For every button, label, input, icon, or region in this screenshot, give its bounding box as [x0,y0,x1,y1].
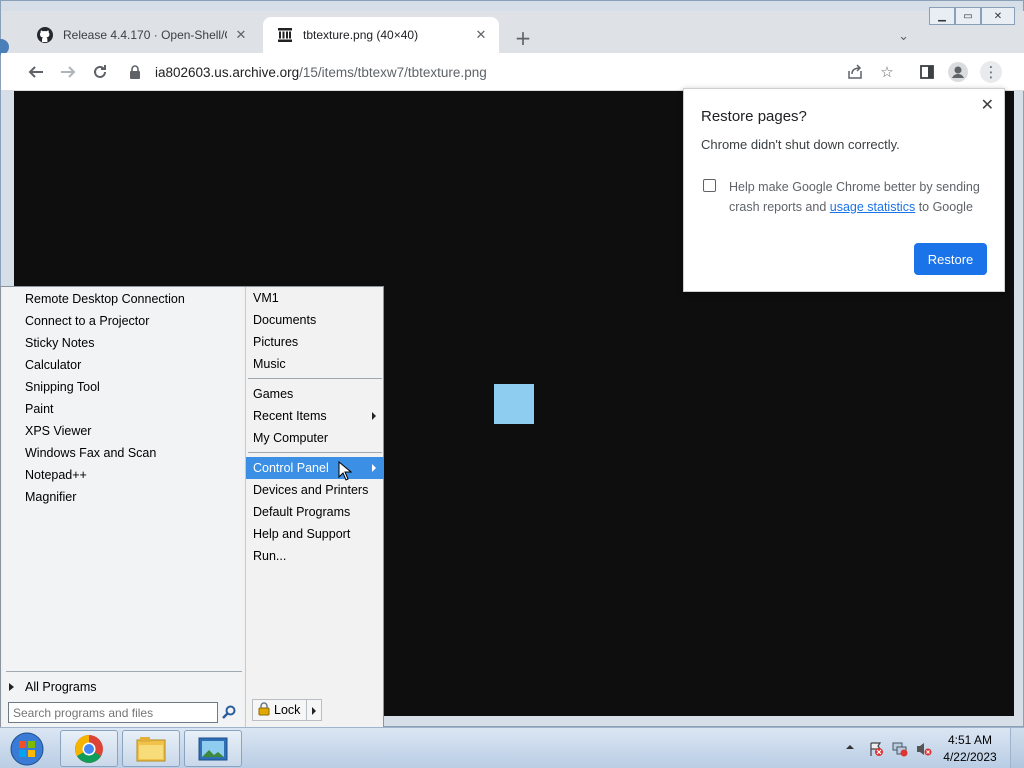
program-item[interactable]: Remote Desktop Connection [25,289,185,309]
divider [248,378,382,379]
reload-icon[interactable] [89,61,111,83]
program-item[interactable]: Windows Fax and Scan [25,443,156,463]
divider [6,671,242,672]
show-hidden-icons[interactable] [844,741,860,757]
share-icon[interactable] [845,62,865,82]
url-host: ia802603.us.archive.org [155,64,300,80]
places-item[interactable]: Run... [246,545,384,567]
start-button[interactable] [7,730,47,768]
tab-tbtexture[interactable]: tbtexture.png (40×40) ✕ [263,17,499,53]
chevron-down-icon[interactable]: ⌄ [898,29,909,44]
tab-open-shell-release[interactable]: Release 4.4.170 · Open-Shell/Ope ✕ [23,17,259,53]
triangle-right-icon [372,464,376,472]
clock-date[interactable]: 4/22/2023 [930,750,1010,764]
folder-icon [136,736,166,761]
maximize-button[interactable]: ▭ [955,7,981,25]
dialog-message: Chrome didn't shut down correctly. [701,137,900,152]
address-bar[interactable]: ia802603.us.archive.org/15/items/tbtexw7… [119,57,911,87]
close-tab-icon[interactable]: ✕ [473,27,489,43]
places-item[interactable]: My Computer [246,427,384,449]
lock-icon[interactable] [129,65,143,79]
taskbar-photo-viewer-button[interactable] [184,730,242,767]
places-item[interactable]: Games [246,383,384,405]
all-programs-item[interactable]: All Programs [25,677,97,697]
places-item[interactable]: VM1 [246,287,384,309]
url-path: /15/items/tbtexw7/tbtexture.png [299,64,487,80]
start-menu: Remote Desktop Connection Connect to a P… [0,286,384,728]
photo-viewer-icon [198,737,228,760]
lock-button[interactable]: Lock [252,699,312,721]
close-tab-icon[interactable]: ✕ [233,27,249,43]
recent-items-label: Recent Items [253,409,327,423]
back-arrow-icon[interactable] [25,61,47,83]
minimize-button[interactable]: ▁ [929,7,955,25]
profile-avatar-icon[interactable] [948,62,968,82]
program-item[interactable]: Calculator [25,355,81,375]
places-item[interactable]: Devices and Printers [246,479,384,501]
clock-time[interactable]: 4:51 AM [930,733,1010,747]
show-desktop-button[interactable] [1010,728,1024,768]
places-item[interactable]: Default Programs [246,501,384,523]
browser-toolbar: ia802603.us.archive.org/15/items/tbtexw7… [1,53,1024,91]
github-icon [37,27,53,43]
checkbox-text-end: to Google [915,200,973,214]
close-icon[interactable]: ✕ [981,95,994,114]
program-item[interactable]: Snipping Tool [25,377,100,397]
tab-title: tbtexture.png (40×40) [303,28,419,42]
action-center-icon[interactable] [868,741,884,757]
search-input[interactable] [8,702,218,723]
archive-icon [277,27,293,43]
usage-statistics-link[interactable]: usage statistics [830,200,915,214]
shutdown-options-button[interactable] [306,699,322,721]
start-menu-places: VM1 Documents Pictures Music Games Recen… [245,287,384,727]
program-item[interactable]: Sticky Notes [25,333,94,353]
close-window-button[interactable]: ✕ [981,7,1015,25]
tab-title: Release 4.4.170 · Open-Shell/Ope [63,28,227,42]
restore-button[interactable]: Restore [914,243,987,275]
network-icon[interactable] [892,741,908,757]
bookmark-star-icon[interactable]: ☆ [877,62,897,82]
mouse-cursor-icon [338,461,352,481]
program-item[interactable]: Connect to a Projector [25,311,149,331]
places-item[interactable]: Help and Support [246,523,384,545]
padlock-icon [257,701,271,719]
menu-kebab-icon[interactable]: ⋮ [980,61,1002,83]
restore-pages-dialog: Restore pages? ✕ Chrome didn't shut down… [683,88,1005,292]
recent-items[interactable]: Recent Items [246,405,384,427]
new-tab-button[interactable]: + [511,27,535,51]
taskbar-chrome-button[interactable] [60,730,118,767]
tab-strip: Release 4.4.170 · Open-Shell/Ope ✕ tbtex… [0,11,1024,55]
taskbar-explorer-button[interactable] [122,730,180,767]
forward-arrow-icon[interactable] [57,61,79,83]
program-item[interactable]: XPS Viewer [25,421,91,441]
url-text: ia802603.us.archive.org/15/items/tbtexw7… [155,65,487,80]
lock-label: Lock [274,703,301,717]
texture-image [494,384,534,424]
places-item[interactable]: Pictures [246,331,384,353]
divider [248,452,382,453]
triangle-right-icon [9,683,14,691]
start-menu-programs: Remote Desktop Connection Connect to a P… [3,287,244,727]
places-item[interactable]: Documents [246,309,384,331]
program-item[interactable]: Magnifier [25,487,76,507]
control-panel-item[interactable]: Control Panel [246,457,384,479]
triangle-right-icon [372,412,376,420]
control-panel-label: Control Panel [253,461,329,475]
program-item[interactable]: Notepad++ [25,465,87,485]
checkbox-label: Help make Google Chrome better by sendin… [729,177,989,217]
crash-report-checkbox[interactable] [703,179,716,192]
dialog-title: Restore pages? [701,108,807,125]
program-item[interactable]: Paint [25,399,54,419]
side-panel-icon[interactable] [917,62,937,82]
magnifier-icon[interactable] [221,704,237,720]
taskbar: 4:51 AM 4/22/2023 [0,727,1024,768]
chrome-icon [75,734,103,763]
places-item[interactable]: Music [246,353,384,375]
window-controls: ▁ ▭ ✕ [929,7,1015,25]
